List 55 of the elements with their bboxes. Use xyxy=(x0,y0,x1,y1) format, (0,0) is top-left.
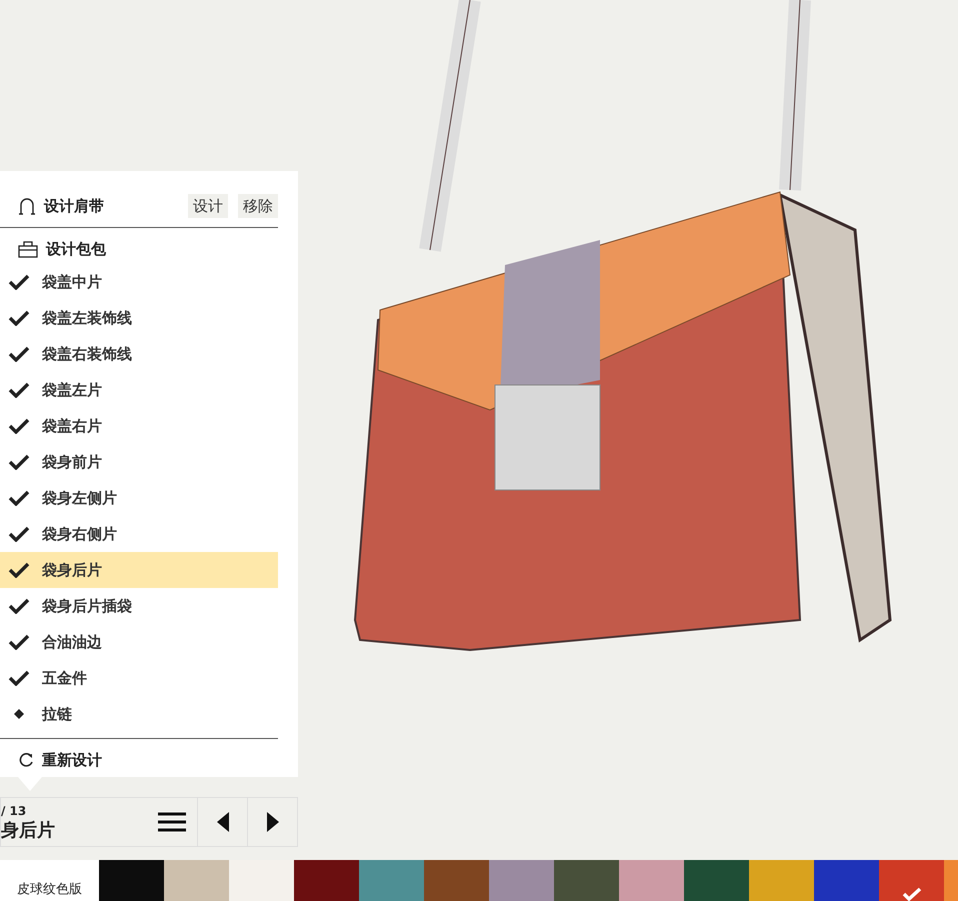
check-icon xyxy=(8,418,30,434)
check-icon xyxy=(902,887,922,901)
color-swatch[interactable] xyxy=(749,860,814,901)
part-list-item[interactable]: 袋身右侧片 xyxy=(0,516,278,552)
part-list-item[interactable]: 袋盖右装饰线 xyxy=(0,336,278,372)
check-icon xyxy=(8,382,30,398)
left-triangle-icon xyxy=(216,812,230,832)
check-icon xyxy=(8,670,30,686)
part-list-item[interactable]: 袋盖左装饰线 xyxy=(0,300,278,336)
check-icon xyxy=(8,490,30,506)
check-icon xyxy=(8,562,30,578)
right-triangle-icon xyxy=(266,812,280,832)
color-swatch[interactable] xyxy=(359,860,424,901)
part-list-item[interactable]: 拉链 xyxy=(0,696,278,732)
diamond-icon xyxy=(14,709,24,719)
menu-icon xyxy=(157,811,187,833)
check-icon xyxy=(8,526,30,542)
part-list-item[interactable]: 袋盖左片 xyxy=(0,372,278,408)
part-list-item[interactable]: 袋身后片 xyxy=(0,552,278,588)
color-swatch[interactable] xyxy=(489,860,554,901)
color-swatch[interactable] xyxy=(944,860,958,901)
check-icon xyxy=(8,346,30,362)
part-list-item[interactable]: 袋身左侧片 xyxy=(0,480,278,516)
color-swatch[interactable] xyxy=(684,860,749,901)
color-swatch[interactable] xyxy=(164,860,229,901)
section-title: 设计包包 xyxy=(46,238,106,260)
color-swatch[interactable] xyxy=(99,860,164,901)
color-swatch[interactable] xyxy=(554,860,619,901)
check-icon xyxy=(8,598,30,614)
strap-action-button[interactable]: 设计 xyxy=(188,194,228,218)
current-part-title: 身后片 xyxy=(1,820,56,842)
strap-action-button[interactable]: 移除 xyxy=(238,194,278,218)
part-list-item[interactable]: 袋身前片 xyxy=(0,444,278,480)
part-list-item[interactable]: 袋盖中片 xyxy=(0,264,278,300)
section-title: 设计肩带 xyxy=(44,196,104,217)
check-icon xyxy=(8,634,30,650)
check-icon xyxy=(8,310,30,326)
color-swatch[interactable] xyxy=(879,860,944,901)
check-icon xyxy=(8,274,30,290)
refresh-icon xyxy=(18,752,34,768)
person-icon xyxy=(18,197,36,215)
part-list-item[interactable]: 五金件 xyxy=(0,660,278,696)
part-list-item[interactable]: 袋身后片插袋 xyxy=(0,588,278,624)
redesign-link[interactable]: 重新设计 xyxy=(42,748,102,772)
color-swatch[interactable] xyxy=(814,860,879,901)
color-swatch[interactable] xyxy=(619,860,684,901)
step-counter: / 13 xyxy=(1,803,28,820)
part-list-item[interactable]: 合油油边 xyxy=(0,624,278,660)
check-icon xyxy=(8,454,30,470)
color-swatch[interactable] xyxy=(294,860,359,901)
bag-icon xyxy=(18,240,38,258)
color-swatch[interactable] xyxy=(229,860,294,901)
material-label: 皮球纹色版 xyxy=(0,860,99,901)
color-swatch[interactable] xyxy=(424,860,489,901)
part-list-item[interactable]: 袋盖右片 xyxy=(0,408,278,444)
